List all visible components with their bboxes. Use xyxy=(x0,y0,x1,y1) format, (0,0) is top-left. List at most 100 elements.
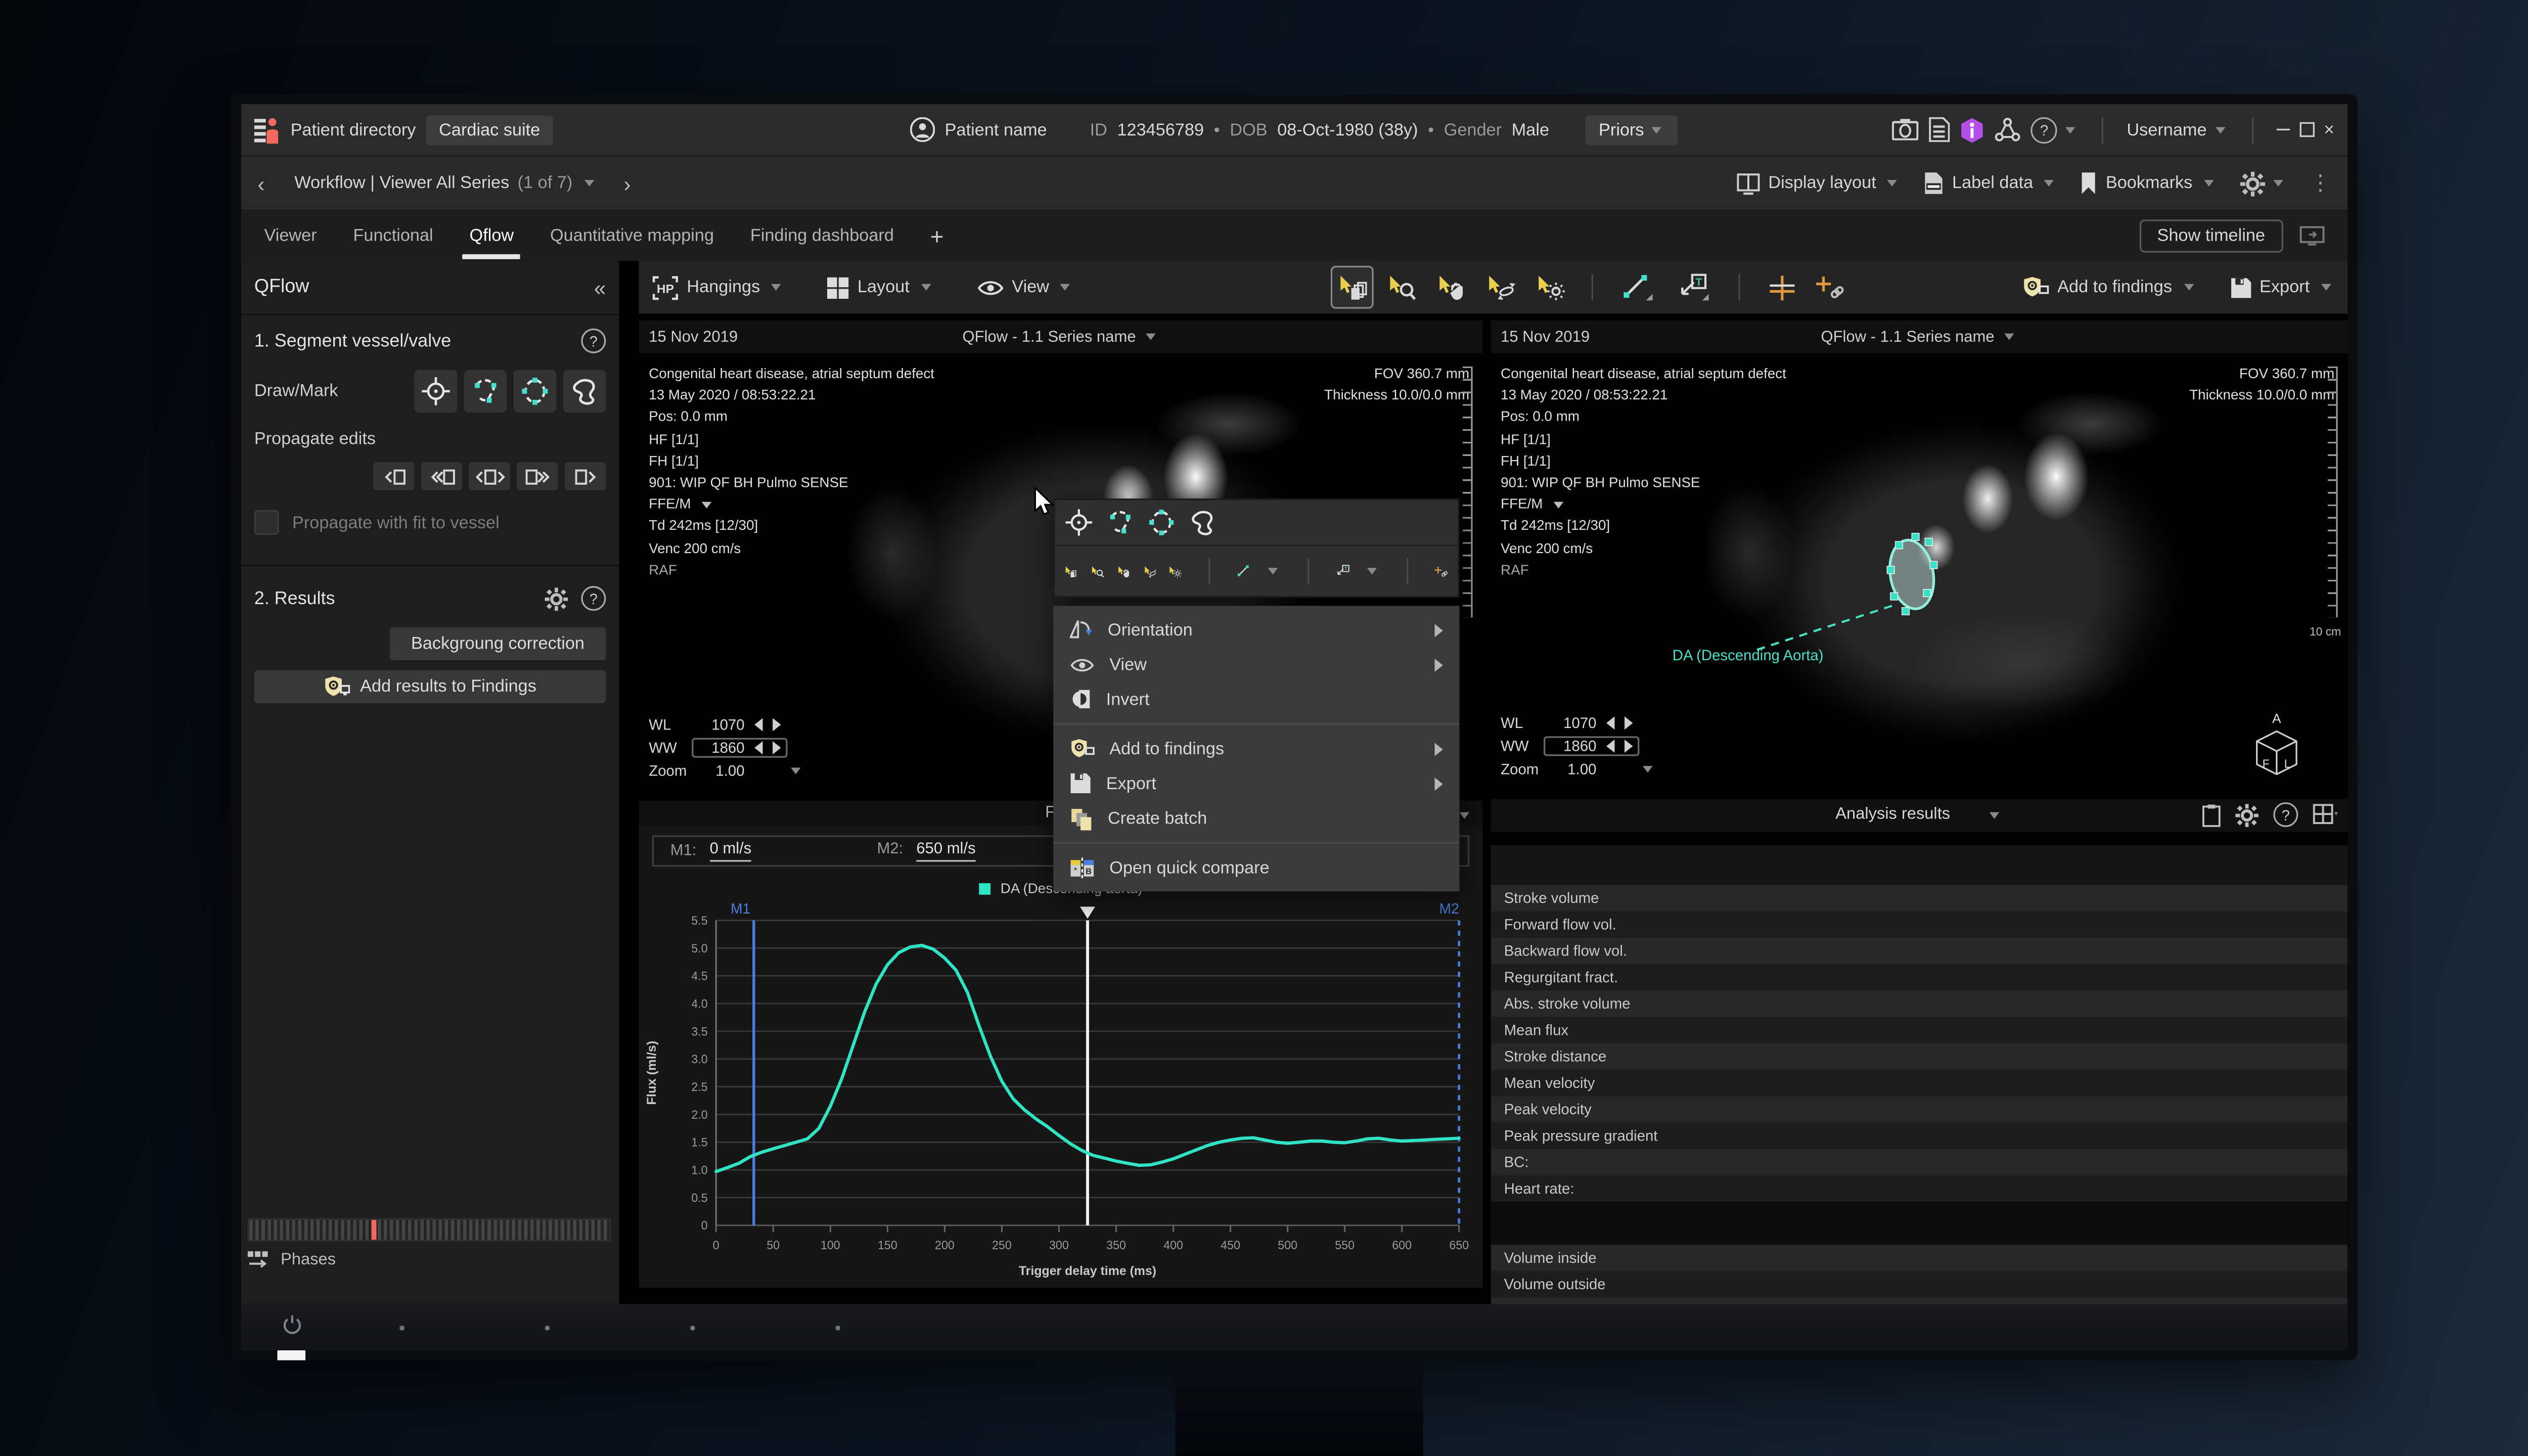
report-icon[interactable] xyxy=(1929,117,1950,142)
menu-item-open-quick-compare[interactable]: * B Open quick compare xyxy=(1053,850,1459,885)
reference-lines-tool[interactable] xyxy=(1760,266,1803,309)
help-menu[interactable]: ? xyxy=(2031,116,2079,143)
tab-qflow[interactable]: Qflow xyxy=(470,212,514,258)
patient-directory-tab[interactable]: Patient directory xyxy=(291,120,416,140)
series-selector[interactable]: QFlow - 1.1 Series name xyxy=(1821,328,2017,346)
table-view-icon[interactable] xyxy=(2313,804,2338,825)
analysis-row[interactable]: Peak pressure gradient xyxy=(1491,1122,2348,1148)
layout-menu[interactable]: Layout xyxy=(828,277,934,298)
add-to-findings-menu[interactable]: Add to findings xyxy=(2023,276,2197,299)
close-button[interactable]: × xyxy=(2324,120,2334,140)
m1-value[interactable]: 0 ml/s xyxy=(710,840,752,861)
menu-item-create-batch[interactable]: Create batch xyxy=(1053,801,1459,836)
pan-tool[interactable] xyxy=(1430,266,1473,309)
analysis-row[interactable]: Mean flux xyxy=(1491,1016,2348,1042)
menu-item-add-to-findings[interactable]: Add to findings xyxy=(1053,732,1459,766)
analysis-row[interactable]: Volume inside xyxy=(1491,1244,2348,1270)
tab-viewer[interactable]: Viewer xyxy=(264,212,317,258)
minimize-button[interactable] xyxy=(2276,128,2289,131)
menu-item-orientation[interactable]: Orientation xyxy=(1053,612,1459,647)
bookmarks-menu[interactable]: Bookmarks xyxy=(2081,172,2217,195)
add-tab-button[interactable]: + xyxy=(930,222,944,248)
window-level-tool[interactable] xyxy=(1529,266,1572,309)
menu-item-invert[interactable]: Invert xyxy=(1053,682,1459,717)
label-data-menu[interactable]: Label data xyxy=(1924,172,2058,195)
display-layout-menu[interactable]: Display layout xyxy=(1737,172,1901,194)
phases-slider[interactable]: Phases xyxy=(248,1218,611,1269)
ellipse-contour-icon[interactable] xyxy=(1147,509,1176,537)
snapshot-camera-icon[interactable] xyxy=(1892,119,1919,140)
background-correction-button[interactable]: Backgroung correction xyxy=(390,627,606,660)
analysis-row[interactable]: BC: xyxy=(1491,1148,2348,1174)
increase-wl-button[interactable] xyxy=(773,718,781,731)
chevron-down-icon[interactable] xyxy=(1268,568,1278,574)
rotate-3d-tool[interactable] xyxy=(1480,266,1523,309)
propagate-left-all-button[interactable] xyxy=(421,462,463,490)
view-menu[interactable]: View xyxy=(977,278,1074,297)
hangings-menu[interactable]: HP Hangings xyxy=(652,275,785,300)
analysis-row[interactable]: Backward flow vol. xyxy=(1491,937,2348,963)
export-menu[interactable]: Export xyxy=(2230,277,2334,298)
zoom-cursor-icon[interactable] xyxy=(1091,559,1104,583)
annotation-tool[interactable]: T xyxy=(1670,266,1720,309)
chevron-down-icon[interactable] xyxy=(1367,568,1377,574)
username-menu[interactable]: Username xyxy=(2127,120,2228,140)
breadcrumb[interactable]: Workflow | Viewer All Series xyxy=(294,173,509,193)
maximize-button[interactable] xyxy=(2299,122,2314,137)
lasso-tool[interactable] xyxy=(563,370,606,413)
freehand-contour-tool[interactable] xyxy=(464,370,507,413)
decrease-wl-button[interactable] xyxy=(754,718,762,731)
zoom-value[interactable]: 1.00 xyxy=(698,763,744,780)
mark-point-tool[interactable] xyxy=(415,370,458,413)
browse-tool-selected[interactable] xyxy=(1331,266,1374,309)
analysis-row[interactable]: Regurgitant fract. xyxy=(1491,963,2348,989)
viewport-right[interactable]: 15 Nov 2019 QFlow - 1.1 Series name xyxy=(1491,320,2348,793)
increase-ww-button[interactable] xyxy=(773,741,781,754)
results-settings-gear-icon[interactable] xyxy=(545,587,568,610)
help-icon[interactable]: ? xyxy=(2273,802,2298,827)
cardiac-suite-tab[interactable]: Cardiac suite xyxy=(426,115,553,145)
analysis-row[interactable]: Stroke distance xyxy=(1491,1042,2348,1069)
show-timeline-button[interactable]: Show timeline xyxy=(2139,219,2283,252)
zoom-value[interactable]: 1.00 xyxy=(1550,760,1596,777)
measure-tool[interactable] xyxy=(1614,266,1663,309)
collapse-sidebar-button[interactable]: « xyxy=(594,275,606,300)
propagate-fit-checkbox[interactable] xyxy=(254,510,279,535)
wl-value[interactable]: 1070 xyxy=(698,716,744,733)
help-icon[interactable]: ? xyxy=(581,586,606,611)
link-icon[interactable] xyxy=(1434,559,1448,583)
lasso-icon[interactable] xyxy=(1189,509,1217,537)
tab-functional[interactable]: Functional xyxy=(353,212,433,258)
phases-track[interactable] xyxy=(248,1218,611,1242)
increase-wl-button[interactable] xyxy=(1624,716,1633,729)
analysis-row[interactable]: Volume outside xyxy=(1491,1270,2348,1297)
chevron-down-icon[interactable] xyxy=(1460,812,1470,819)
chevron-down-icon[interactable] xyxy=(1990,811,2000,818)
add-results-to-findings-button[interactable]: Add results to Findings xyxy=(254,670,606,703)
ww-value[interactable]: 1860 xyxy=(698,740,744,756)
sync-link-tool[interactable] xyxy=(1810,266,1853,309)
browse-stack-cursor-icon[interactable] xyxy=(1065,559,1078,583)
chevron-down-icon[interactable] xyxy=(584,180,594,187)
analysis-row[interactable]: Peak velocity xyxy=(1491,1096,2348,1122)
menu-item-view[interactable]: View xyxy=(1053,647,1459,682)
tab-finding-dashboard[interactable]: Finding dashboard xyxy=(750,212,894,258)
rotate-cursor-icon[interactable] xyxy=(1143,559,1156,583)
kebab-menu[interactable]: ⋮ xyxy=(2310,170,2331,196)
analysis-row[interactable]: Abs. stroke volume xyxy=(1491,990,2348,1016)
decrease-ww-button[interactable] xyxy=(754,741,762,754)
clipboard-icon[interactable] xyxy=(2202,803,2221,827)
gear-icon[interactable] xyxy=(2235,803,2259,827)
flux-chart[interactable]: 00.51.01.52.02.53.03.54.04.55.05.5050100… xyxy=(639,897,1483,1288)
window-level-cursor-icon[interactable] xyxy=(1169,559,1183,583)
ruler-icon[interactable] xyxy=(1236,558,1252,584)
back-button[interactable]: ‹ xyxy=(257,171,264,196)
increase-ww-button[interactable] xyxy=(1624,739,1633,752)
info-hexagon-icon[interactable] xyxy=(1960,116,1985,143)
pan-cursor-icon[interactable] xyxy=(1117,559,1131,583)
help-icon[interactable]: ? xyxy=(581,329,606,353)
priors-button[interactable]: Priors xyxy=(1586,115,1679,145)
propagate-both-button[interactable] xyxy=(469,462,510,490)
settings-menu[interactable] xyxy=(2240,171,2286,196)
ellipse-contour-tool[interactable] xyxy=(514,370,557,413)
